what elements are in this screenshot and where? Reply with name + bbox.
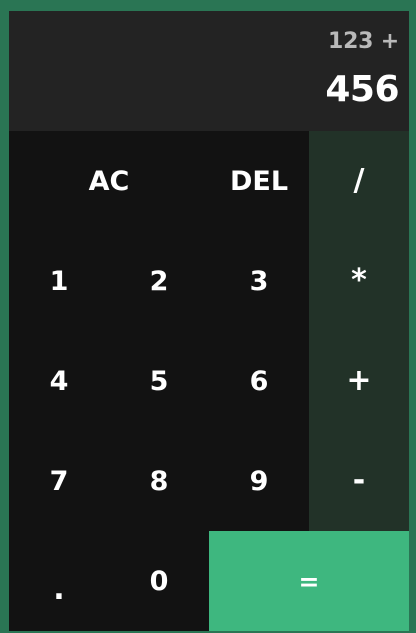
- digit-5-button[interactable]: 5: [109, 331, 209, 431]
- divide-button[interactable]: /: [309, 131, 409, 231]
- digit-7-button[interactable]: 7: [9, 431, 109, 531]
- previous-operation-text: 123 +: [327, 29, 399, 54]
- calculator-display: 123 + 456: [9, 11, 409, 131]
- digit-4-button[interactable]: 4: [9, 331, 109, 431]
- digit-8-button[interactable]: 8: [109, 431, 209, 531]
- digit-3-button[interactable]: 3: [209, 231, 309, 331]
- digit-6-button[interactable]: 6: [209, 331, 309, 431]
- subtract-button[interactable]: -: [309, 431, 409, 531]
- delete-button[interactable]: DEL: [209, 131, 309, 231]
- add-button[interactable]: +: [309, 331, 409, 431]
- multiply-button[interactable]: *: [309, 231, 409, 331]
- calculator: 123 + 456 AC DEL / 1 2 3 * 4 5 6 + 7 8 9…: [9, 11, 409, 631]
- current-value-text: 456: [325, 69, 399, 110]
- digit-2-button[interactable]: 2: [109, 231, 209, 331]
- all-clear-button[interactable]: AC: [9, 131, 209, 231]
- calculator-keypad: AC DEL / 1 2 3 * 4 5 6 + 7 8 9 - . 0 =: [9, 131, 409, 631]
- decimal-button[interactable]: .: [9, 531, 109, 631]
- digit-9-button[interactable]: 9: [209, 431, 309, 531]
- digit-1-button[interactable]: 1: [9, 231, 109, 331]
- digit-0-button[interactable]: 0: [109, 531, 209, 631]
- equals-button[interactable]: =: [209, 531, 409, 631]
